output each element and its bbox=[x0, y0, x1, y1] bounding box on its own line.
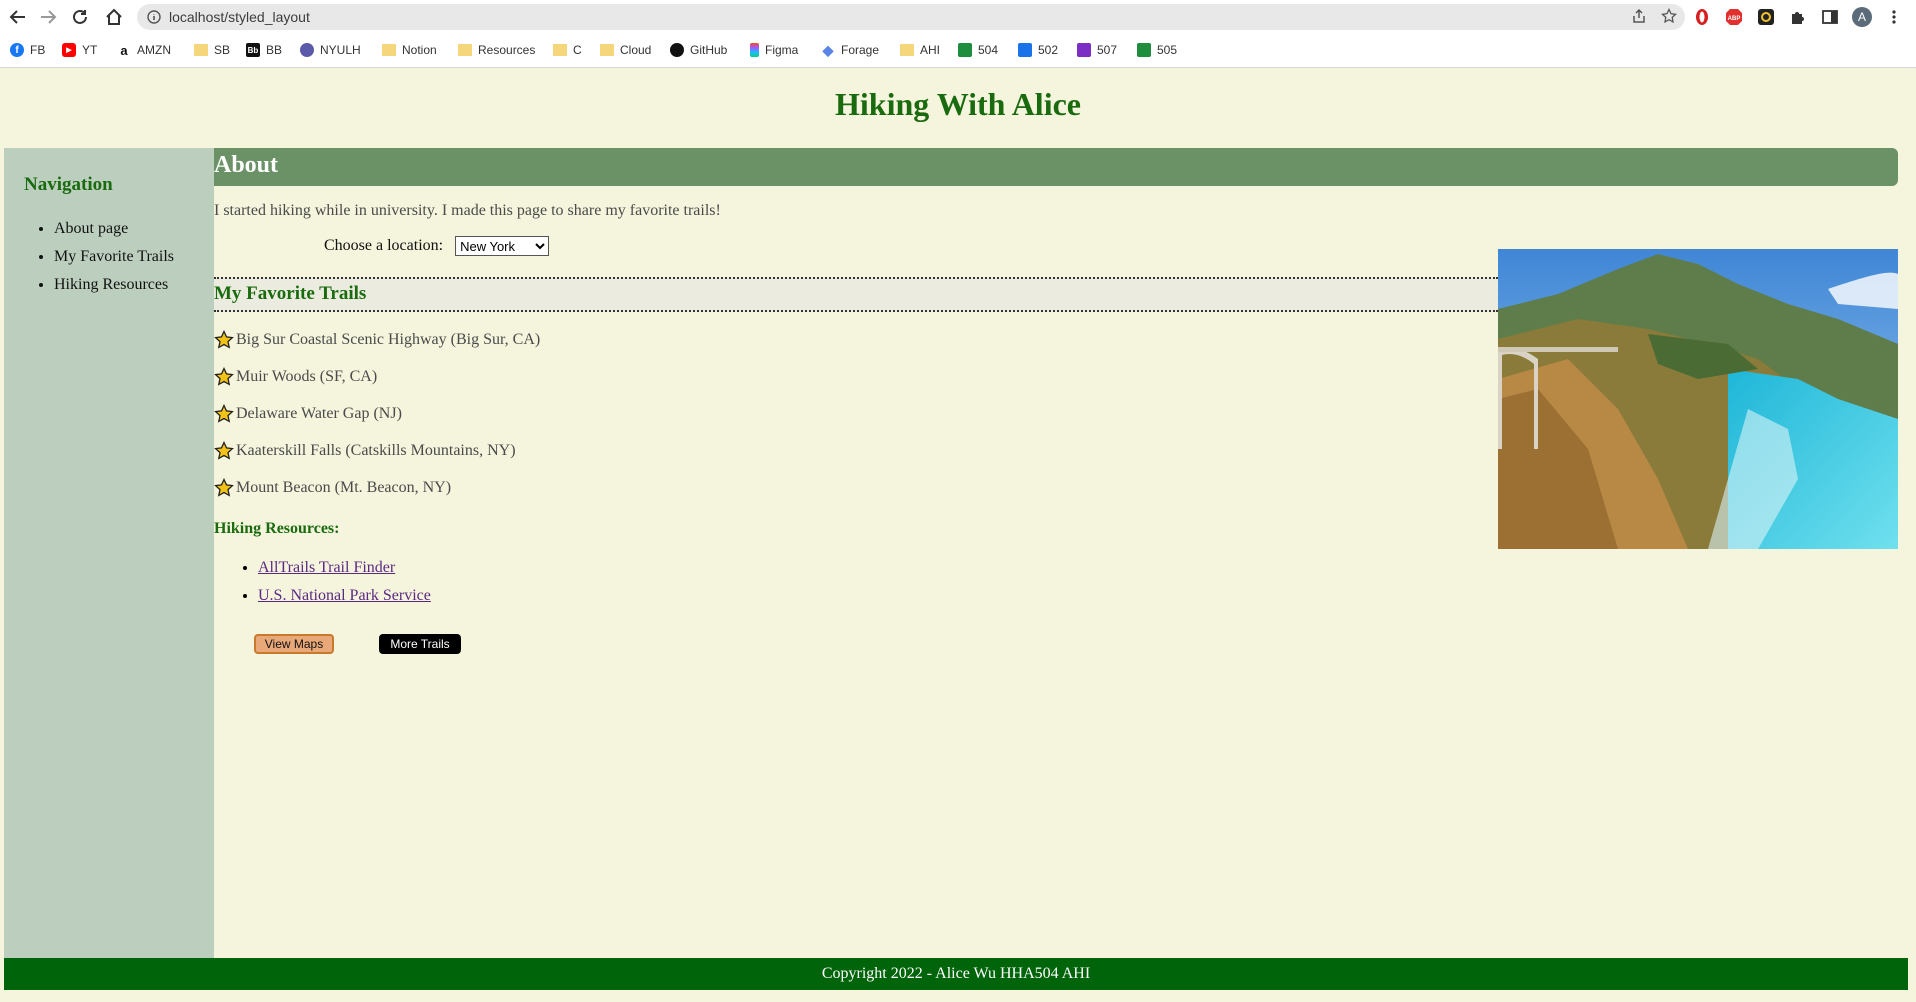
trail-item: Muir Woods (SF, CA) bbox=[214, 367, 540, 404]
reload-button[interactable] bbox=[68, 5, 92, 29]
folder-icon bbox=[900, 44, 914, 56]
arrow-left-icon bbox=[9, 10, 25, 24]
site-title: Hiking With Alice bbox=[835, 86, 1081, 122]
address-bar[interactable]: localhost/styled_layout bbox=[137, 4, 1685, 30]
home-icon bbox=[106, 8, 122, 25]
bookmark-505[interactable]: 505 bbox=[1137, 40, 1177, 60]
about-heading: About bbox=[214, 148, 1898, 186]
forage-icon: ◆ bbox=[822, 41, 834, 58]
share-icon[interactable] bbox=[1631, 8, 1647, 24]
home-button[interactable] bbox=[102, 5, 126, 29]
url-text: localhost/styled_layout bbox=[169, 9, 310, 25]
bookmark-cloud[interactable]: Cloud bbox=[600, 40, 651, 60]
more-trails-button[interactable]: More Trails bbox=[379, 634, 461, 654]
bookmarks-bar: f FB ▶ YT a AMZN SB Bb BB NYULH Notion R… bbox=[0, 38, 1916, 62]
classroom-icon bbox=[1018, 43, 1032, 57]
star-icon bbox=[214, 478, 234, 497]
bookmark-resources[interactable]: Resources bbox=[458, 40, 535, 60]
profile-initial: A bbox=[1852, 7, 1872, 27]
adblock-plus-icon[interactable]: ABP bbox=[1724, 7, 1744, 27]
big-sur-photo bbox=[1498, 249, 1898, 549]
bookmark-504[interactable]: 504 bbox=[958, 40, 998, 60]
forward-button[interactable] bbox=[36, 5, 60, 29]
bookmark-sb[interactable]: SB bbox=[194, 40, 230, 60]
browser-menu-button[interactable] bbox=[1884, 7, 1904, 27]
sidebar-item-favorite-trails[interactable]: My Favorite Trails bbox=[54, 246, 174, 267]
folder-icon bbox=[382, 44, 396, 56]
bookmark-nyulh[interactable]: NYULH bbox=[300, 40, 361, 60]
classroom-icon bbox=[958, 43, 972, 57]
star-icon bbox=[214, 330, 234, 349]
arrow-right-icon bbox=[41, 10, 57, 24]
figma-icon bbox=[750, 43, 759, 57]
resource-item: U.S. National Park Service bbox=[258, 586, 431, 614]
amazon-icon: a bbox=[120, 42, 128, 58]
trail-item: Kaaterskill Falls (Catskills Mountains, … bbox=[214, 441, 540, 478]
view-maps-button[interactable]: View Maps bbox=[254, 634, 334, 654]
web-page: Hiking With Alice Navigation About page … bbox=[0, 68, 1916, 1002]
trail-item: Big Sur Coastal Scenic Highway (Big Sur,… bbox=[214, 330, 540, 367]
back-button[interactable] bbox=[6, 5, 30, 29]
hiking-resources-list: AllTrails Trail Finder U.S. National Par… bbox=[234, 558, 431, 614]
sidebar-nav-list: About page My Favorite Trails Hiking Res… bbox=[30, 218, 174, 302]
star-icon bbox=[214, 441, 234, 460]
favorite-trails-heading: My Favorite Trails bbox=[214, 277, 1498, 312]
reload-icon bbox=[73, 9, 87, 24]
globe-icon bbox=[300, 43, 314, 57]
bookmark-c[interactable]: C bbox=[553, 40, 582, 60]
sidebar: Navigation About page My Favorite Trails… bbox=[4, 148, 214, 958]
info-icon bbox=[147, 10, 161, 24]
classroom-icon bbox=[1137, 43, 1151, 57]
bookmark-502[interactable]: 502 bbox=[1018, 40, 1058, 60]
location-chooser: Choose a location: New York bbox=[324, 236, 550, 256]
alltrails-link[interactable]: AllTrails Trail Finder bbox=[258, 559, 395, 576]
bookmark-star-icon[interactable] bbox=[1661, 8, 1677, 24]
folder-icon bbox=[194, 44, 208, 56]
bookmark-notion[interactable]: Notion bbox=[382, 40, 437, 60]
resource-item: AllTrails Trail Finder bbox=[258, 558, 431, 586]
bookmark-forage[interactable]: ◆ Forage bbox=[821, 40, 879, 60]
opera-extension-icon[interactable] bbox=[1692, 7, 1712, 27]
sidebar-item-hiking-resources[interactable]: Hiking Resources bbox=[54, 274, 174, 295]
browser-toolbar: localhost/styled_layout ABP A bbox=[0, 0, 1916, 34]
trail-item: Delaware Water Gap (NJ) bbox=[214, 404, 540, 441]
main-content: About I started hiking while in universi… bbox=[214, 148, 1898, 958]
classroom-icon bbox=[1077, 43, 1091, 57]
about-intro: I started hiking while in university. I … bbox=[214, 202, 721, 219]
bookmark-figma[interactable]: Figma bbox=[750, 40, 798, 60]
github-icon bbox=[670, 43, 684, 57]
location-label: Choose a location: bbox=[324, 237, 444, 254]
bookmark-amzn[interactable]: a AMZN bbox=[117, 40, 171, 60]
blackboard-icon: Bb bbox=[246, 43, 260, 57]
star-icon bbox=[214, 367, 234, 386]
nps-link[interactable]: U.S. National Park Service bbox=[258, 587, 431, 604]
sidebar-item-about[interactable]: About page bbox=[54, 218, 174, 239]
kebab-menu-icon bbox=[1892, 10, 1896, 24]
browser-chrome: localhost/styled_layout ABP A f FB ▶ YT … bbox=[0, 0, 1916, 68]
folder-icon bbox=[458, 44, 472, 56]
youtube-icon: ▶ bbox=[62, 43, 76, 57]
star-icon bbox=[214, 404, 234, 423]
bookmark-fb[interactable]: f FB bbox=[10, 40, 45, 60]
page-footer: Copyright 2022 - Alice Wu HHA504 AHI bbox=[4, 958, 1908, 990]
bookmark-bb[interactable]: Bb BB bbox=[246, 40, 282, 60]
facebook-icon: f bbox=[10, 43, 24, 57]
bookmark-507[interactable]: 507 bbox=[1077, 40, 1117, 60]
bookmark-yt[interactable]: ▶ YT bbox=[62, 40, 97, 60]
extension-q-icon[interactable] bbox=[1756, 7, 1776, 27]
svg-text:ABP: ABP bbox=[1728, 16, 1741, 22]
trail-item: Mount Beacon (Mt. Beacon, NY) bbox=[214, 478, 540, 515]
location-select[interactable]: New York bbox=[455, 236, 550, 256]
extensions-puzzle-icon[interactable] bbox=[1788, 7, 1808, 27]
sidebar-heading: Navigation bbox=[24, 174, 113, 195]
favorite-trails-list: Big Sur Coastal Scenic Highway (Big Sur,… bbox=[214, 330, 540, 515]
profile-avatar[interactable]: A bbox=[1852, 7, 1872, 27]
bookmark-github[interactable]: GitHub bbox=[670, 40, 727, 60]
folder-icon bbox=[553, 44, 567, 56]
side-panel-icon[interactable] bbox=[1820, 7, 1840, 27]
bookmark-ahi[interactable]: AHI bbox=[900, 40, 940, 60]
hiking-resources-heading: Hiking Resources: bbox=[214, 520, 340, 537]
folder-icon bbox=[600, 44, 614, 56]
